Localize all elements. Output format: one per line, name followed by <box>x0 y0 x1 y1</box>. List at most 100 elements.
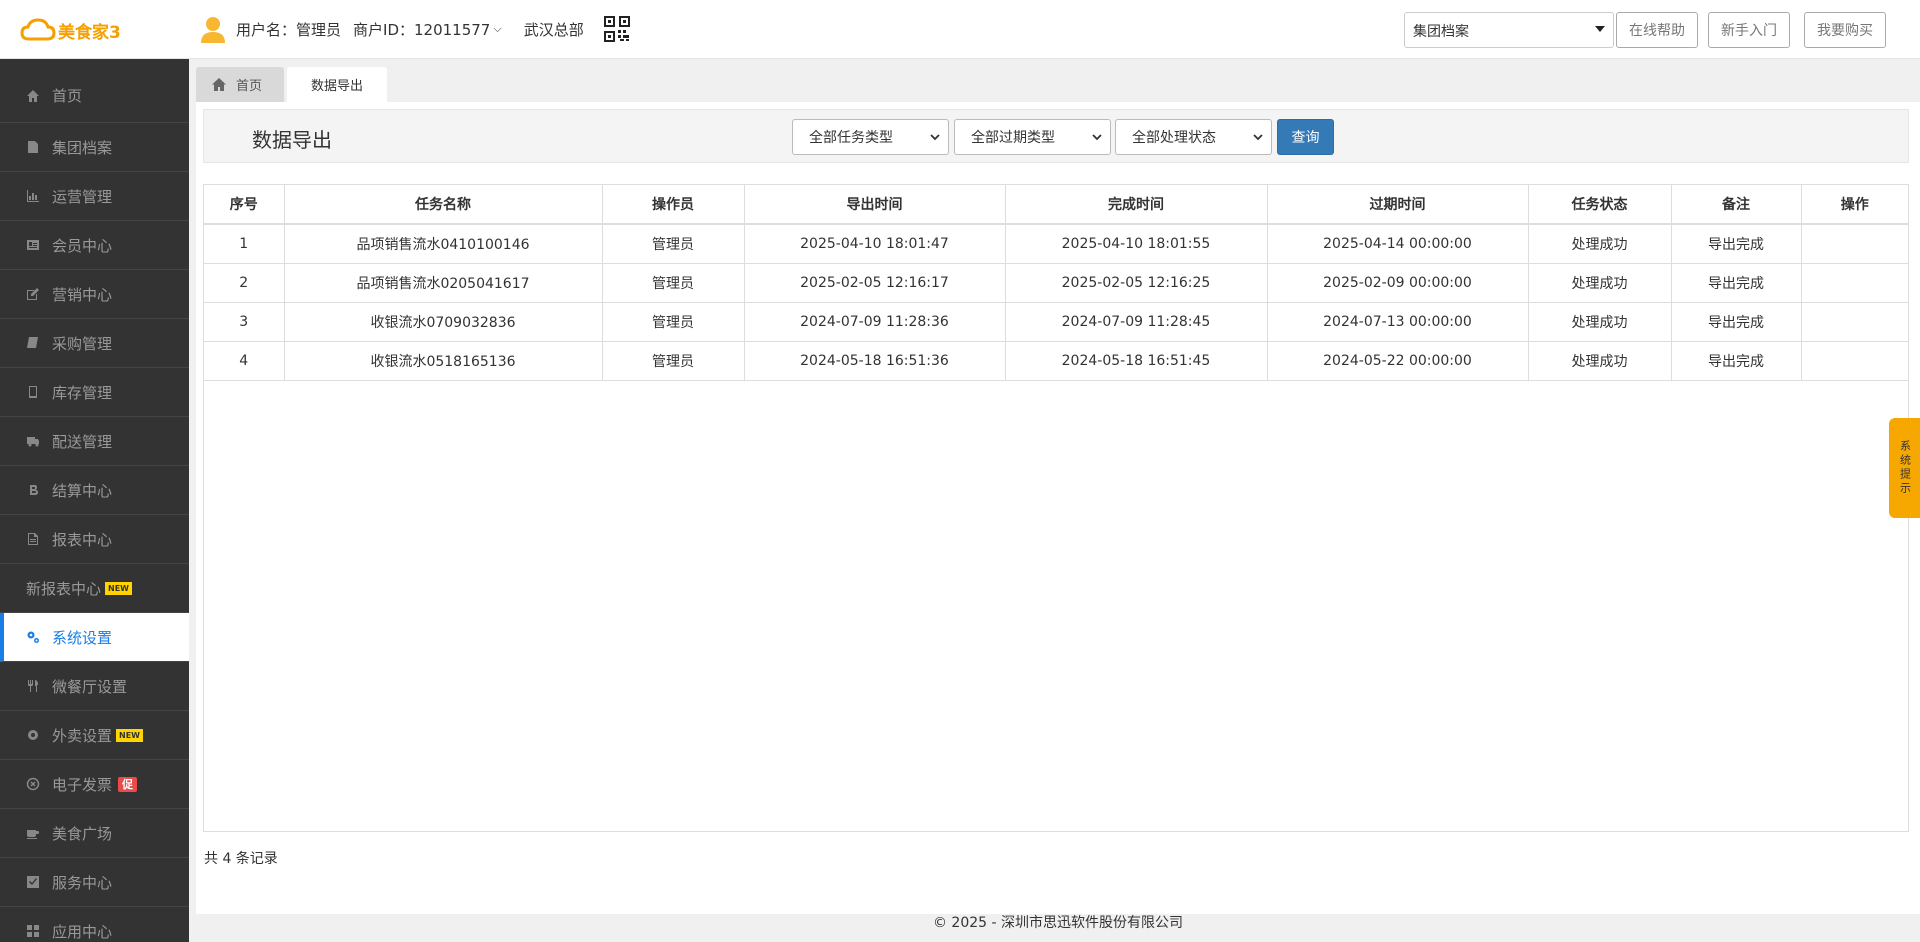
truck-icon <box>26 434 40 448</box>
chevron-down-icon <box>1092 134 1102 141</box>
sidebar-item-e-invoice[interactable]: 电子发票 促 <box>0 760 189 809</box>
query-button[interactable]: 查询 <box>1277 119 1334 155</box>
cell-export-time: 2025-02-05 12:16:17 <box>744 263 1006 303</box>
coffee-icon <box>26 826 40 840</box>
grid-icon <box>26 924 40 938</box>
sidebar-item-apps[interactable]: 应用中心 <box>0 907 189 942</box>
cell-operator: 管理员 <box>602 302 745 342</box>
sidebar-item-food-plaza[interactable]: 美食广场 <box>0 809 189 858</box>
file-icon <box>26 140 40 154</box>
cell-operator: 管理员 <box>602 224 745 264</box>
col-remark[interactable]: 备注 <box>1671 185 1802 225</box>
cell-remark: 导出完成 <box>1671 263 1802 303</box>
table-row[interactable]: 4 收银流水0518165136 管理员 2024-05-18 16:51:36… <box>204 341 1908 381</box>
cell-task-name: 品项销售流水0205041617 <box>284 263 603 303</box>
col-index[interactable]: 序号 <box>204 185 285 225</box>
tablet-icon <box>26 385 40 399</box>
cell-task-status: 处理成功 <box>1528 341 1672 381</box>
buy-button[interactable]: 我要购买 <box>1804 12 1886 48</box>
sidebar-item-new-reports[interactable]: 新报表中心 NEW <box>0 564 189 613</box>
id-card-icon <box>26 238 40 252</box>
cell-expire-time: 2025-04-14 00:00:00 <box>1267 224 1529 264</box>
cell-operator: 管理员 <box>602 341 745 381</box>
store-name: 武汉总部 <box>523 20 584 39</box>
record-count: 共 4 条记录 <box>204 851 278 867</box>
sidebar-item-inventory[interactable]: 库存管理 <box>0 368 189 417</box>
cell-index: 1 <box>204 224 285 264</box>
sidebar-item-operations[interactable]: 运营管理 <box>0 172 189 221</box>
book-icon <box>26 336 40 350</box>
cell-expire-time: 2024-05-22 00:00:00 <box>1267 341 1529 381</box>
user-avatar-icon <box>201 17 225 43</box>
sidebar-item-service[interactable]: 服务中心 <box>0 858 189 907</box>
status-select[interactable]: 全部处理状态 <box>1115 119 1272 155</box>
cell-action[interactable] <box>1801 224 1908 264</box>
nav-select[interactable]: 集团档案 <box>1404 12 1614 48</box>
system-tip-tab[interactable]: 系统提示 <box>1889 418 1920 518</box>
cell-task-name: 收银流水0518165136 <box>284 341 603 381</box>
sidebar-item-micro-restaurant[interactable]: 微餐厅设置 <box>0 662 189 711</box>
sidebar-item-settlement[interactable]: 结算中心 <box>0 466 189 515</box>
check-square-icon <box>26 875 40 889</box>
cell-action[interactable] <box>1801 302 1908 342</box>
cell-finish-time: 2025-02-05 12:16:25 <box>1005 263 1268 303</box>
col-task-name[interactable]: 任务名称 <box>284 185 603 225</box>
cell-operator: 管理员 <box>602 263 745 303</box>
newbie-button[interactable]: 新手入门 <box>1708 12 1790 48</box>
sidebar-item-members[interactable]: 会员中心 <box>0 221 189 270</box>
cell-task-status: 处理成功 <box>1528 224 1672 264</box>
promo-badge: 促 <box>118 776 138 792</box>
report-icon <box>26 532 40 546</box>
cell-action[interactable] <box>1801 341 1908 381</box>
merchant-id[interactable]: 商户ID：12011577 <box>353 19 490 40</box>
tab-home[interactable]: 首页 <box>196 67 284 102</box>
expire-type-select[interactable]: 全部过期类型 <box>954 119 1111 155</box>
home-icon <box>26 89 40 103</box>
chevron-down-icon[interactable]: ⌵ <box>493 22 501 36</box>
cell-action[interactable] <box>1801 263 1908 303</box>
cell-index: 4 <box>204 341 285 381</box>
main-panel: 数据导出 全部任务类型 全部过期类型 全部处理状态 查询 序号 任务名称 操作员 <box>196 102 1920 914</box>
sidebar-item-purchasing[interactable]: 采购管理 <box>0 319 189 368</box>
cloud-logo-icon <box>20 18 56 41</box>
help-button[interactable]: 在线帮助 <box>1616 12 1698 48</box>
tab-bar: 首页 数据导出 <box>196 67 387 102</box>
bar-chart-icon <box>26 189 40 203</box>
cell-task-status: 处理成功 <box>1528 263 1672 303</box>
cell-export-time: 2024-07-09 11:28:36 <box>744 302 1006 342</box>
cell-index: 2 <box>204 263 285 303</box>
toolbar: 数据导出 全部任务类型 全部过期类型 全部处理状态 查询 <box>203 109 1909 163</box>
table-row[interactable]: 1 品项销售流水0410100146 管理员 2025-04-10 18:01:… <box>204 224 1908 264</box>
sidebar-item-delivery[interactable]: 配送管理 <box>0 417 189 466</box>
sidebar-item-marketing[interactable]: 营销中心 <box>0 270 189 319</box>
table-row[interactable]: 3 收银流水0709032836 管理员 2024-07-09 11:28:36… <box>204 302 1908 342</box>
table-row[interactable]: 2 品项销售流水0205041617 管理员 2025-02-05 12:16:… <box>204 263 1908 303</box>
col-finish-time[interactable]: 完成时间 <box>1005 185 1268 225</box>
sidebar-item-takeout[interactable]: 外卖设置 NEW <box>0 711 189 760</box>
top-header: 美食家3 用户名：管理员 商户ID：12011577 ⌵ 武汉总部 集团档案 在 <box>0 0 1920 59</box>
sidebar-item-group-archive[interactable]: 集团档案 <box>0 123 189 172</box>
cell-index: 3 <box>204 302 285 342</box>
sidebar-item-system-settings[interactable]: 系统设置 <box>0 613 189 662</box>
qr-code-icon[interactable] <box>603 16 630 42</box>
app-logo[interactable]: 美食家3 <box>20 16 121 44</box>
circle-icon <box>26 777 40 791</box>
col-operator[interactable]: 操作员 <box>602 185 745 225</box>
col-action[interactable]: 操作 <box>1801 185 1908 225</box>
cogs-icon <box>26 630 40 644</box>
sidebar-item-home[interactable]: 首页 <box>0 59 189 123</box>
gear-icon <box>26 728 40 742</box>
col-expire-time[interactable]: 过期时间 <box>1267 185 1529 225</box>
cell-export-time: 2024-05-18 16:51:36 <box>744 341 1006 381</box>
cell-expire-time: 2024-07-13 00:00:00 <box>1267 302 1529 342</box>
bitcoin-icon <box>26 483 40 497</box>
tab-data-export[interactable]: 数据导出 <box>287 67 387 102</box>
new-badge: NEW <box>105 581 132 595</box>
footer-copyright: © 2025 - 深圳市思迅软件股份有限公司 <box>932 915 1184 931</box>
task-type-select[interactable]: 全部任务类型 <box>792 119 949 155</box>
col-task-status[interactable]: 任务状态 <box>1528 185 1672 225</box>
col-export-time[interactable]: 导出时间 <box>744 185 1006 225</box>
cell-remark: 导出完成 <box>1671 224 1802 264</box>
sidebar-item-reports[interactable]: 报表中心 <box>0 515 189 564</box>
new-badge: NEW <box>116 728 143 742</box>
